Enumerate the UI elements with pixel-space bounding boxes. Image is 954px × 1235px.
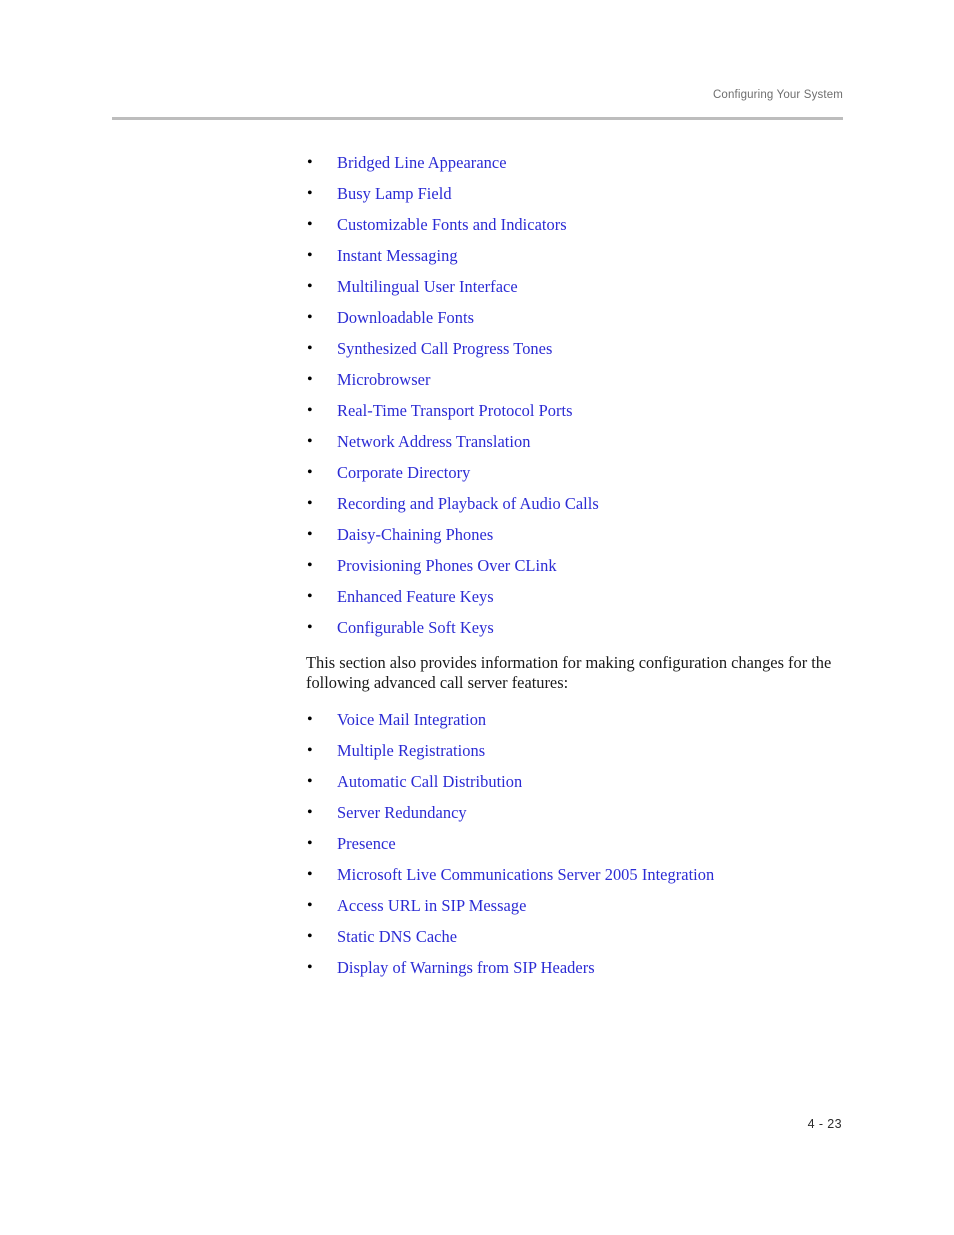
bullet-icon: • [307,371,313,388]
feature-link[interactable]: Presence [337,834,396,853]
feature-link[interactable]: Microbrowser [337,370,430,389]
bullet-icon: • [307,278,313,295]
feature-link[interactable]: Synthesized Call Progress Tones [337,339,552,358]
feature-link[interactable]: Configurable Soft Keys [337,618,494,637]
bullet-icon: • [307,588,313,605]
list-item[interactable]: • Instant Messaging [306,240,866,271]
feature-link[interactable]: Corporate Directory [337,463,470,482]
feature-link[interactable]: Busy Lamp Field [337,184,452,203]
document-page: Configuring Your System • Bridged Line A… [0,0,954,1235]
feature-link[interactable]: Microsoft Live Communications Server 200… [337,865,714,884]
page-content: • Bridged Line Appearance • Busy Lamp Fi… [306,147,866,983]
bullet-icon: • [307,959,313,977]
list-item[interactable]: • Access URL in SIP Message [306,890,866,921]
list-item[interactable]: • Microsoft Live Communications Server 2… [306,859,866,890]
bullet-icon: • [307,619,313,636]
bullet-icon: • [307,309,313,326]
list-item[interactable]: • Voice Mail Integration [306,704,866,735]
bullet-icon: • [307,340,313,357]
feature-link[interactable]: Access URL in SIP Message [337,896,526,915]
phone-feature-link-list: • Bridged Line Appearance • Busy Lamp Fi… [306,147,866,643]
bullet-icon: • [307,773,313,791]
list-item[interactable]: • Bridged Line Appearance [306,147,866,178]
list-item[interactable]: • Recording and Playback of Audio Calls [306,488,866,519]
header-title: Configuring Your System [712,89,843,101]
feature-link[interactable]: Bridged Line Appearance [337,153,507,172]
list-item[interactable]: • Static DNS Cache [306,921,866,952]
feature-link[interactable]: Real-Time Transport Protocol Ports [337,401,573,420]
feature-link[interactable]: Instant Messaging [337,246,458,265]
section-intro-paragraph: This section also provides information f… [306,653,832,692]
feature-link[interactable]: Provisioning Phones Over CLink [337,556,557,575]
bullet-icon: • [307,247,313,264]
header-divider-rule [112,117,843,120]
feature-link[interactable]: Static DNS Cache [337,927,457,946]
feature-link[interactable]: Daisy-Chaining Phones [337,525,493,544]
feature-link[interactable]: Voice Mail Integration [337,710,486,729]
feature-link[interactable]: Enhanced Feature Keys [337,587,494,606]
list-item[interactable]: • Customizable Fonts and Indicators [306,209,866,240]
bullet-icon: • [307,433,313,450]
bullet-icon: • [307,711,313,729]
feature-link[interactable]: Customizable Fonts and Indicators [337,215,567,234]
list-item[interactable]: • Microbrowser [306,364,866,395]
feature-link[interactable]: Multiple Registrations [337,741,485,760]
bullet-icon: • [307,835,313,853]
bullet-icon: • [307,464,313,481]
page-number: 4 - 23 [807,1117,842,1131]
list-item[interactable]: • Busy Lamp Field [306,178,866,209]
list-item[interactable]: • Network Address Translation [306,426,866,457]
feature-link[interactable]: Display of Warnings from SIP Headers [337,958,595,977]
list-item[interactable]: • Synthesized Call Progress Tones [306,333,866,364]
feature-link[interactable]: Recording and Playback of Audio Calls [337,494,599,513]
list-item[interactable]: • Real-Time Transport Protocol Ports [306,395,866,426]
list-item[interactable]: • Provisioning Phones Over CLink [306,550,866,581]
feature-link[interactable]: Automatic Call Distribution [337,772,522,791]
bullet-icon: • [307,185,313,202]
list-item[interactable]: • Display of Warnings from SIP Headers [306,952,866,983]
bullet-icon: • [307,804,313,822]
feature-link[interactable]: Downloadable Fonts [337,308,474,327]
feature-link[interactable]: Server Redundancy [337,803,467,822]
bullet-icon: • [307,495,313,512]
list-item[interactable]: • Corporate Directory [306,457,866,488]
bullet-icon: • [307,557,313,574]
list-item[interactable]: • Server Redundancy [306,797,866,828]
bullet-icon: • [307,216,313,233]
list-item[interactable]: • Configurable Soft Keys [306,612,866,643]
bullet-icon: • [307,897,313,915]
list-item[interactable]: • Downloadable Fonts [306,302,866,333]
list-item[interactable]: • Multilingual User Interface [306,271,866,302]
page-footer: 4 - 23 [0,1117,954,1137]
running-header: Configuring Your System [112,88,843,122]
call-server-feature-link-list: • Voice Mail Integration • Multiple Regi… [306,704,866,983]
bullet-icon: • [307,866,313,884]
feature-link[interactable]: Network Address Translation [337,432,530,451]
list-item[interactable]: • Daisy-Chaining Phones [306,519,866,550]
bullet-icon: • [307,154,313,171]
list-item[interactable]: • Enhanced Feature Keys [306,581,866,612]
bullet-icon: • [307,402,313,419]
list-item[interactable]: • Automatic Call Distribution [306,766,866,797]
bullet-icon: • [307,526,313,543]
bullet-icon: • [307,928,313,946]
bullet-icon: • [307,742,313,760]
feature-link[interactable]: Multilingual User Interface [337,277,518,296]
list-item[interactable]: • Presence [306,828,866,859]
list-item[interactable]: • Multiple Registrations [306,735,866,766]
